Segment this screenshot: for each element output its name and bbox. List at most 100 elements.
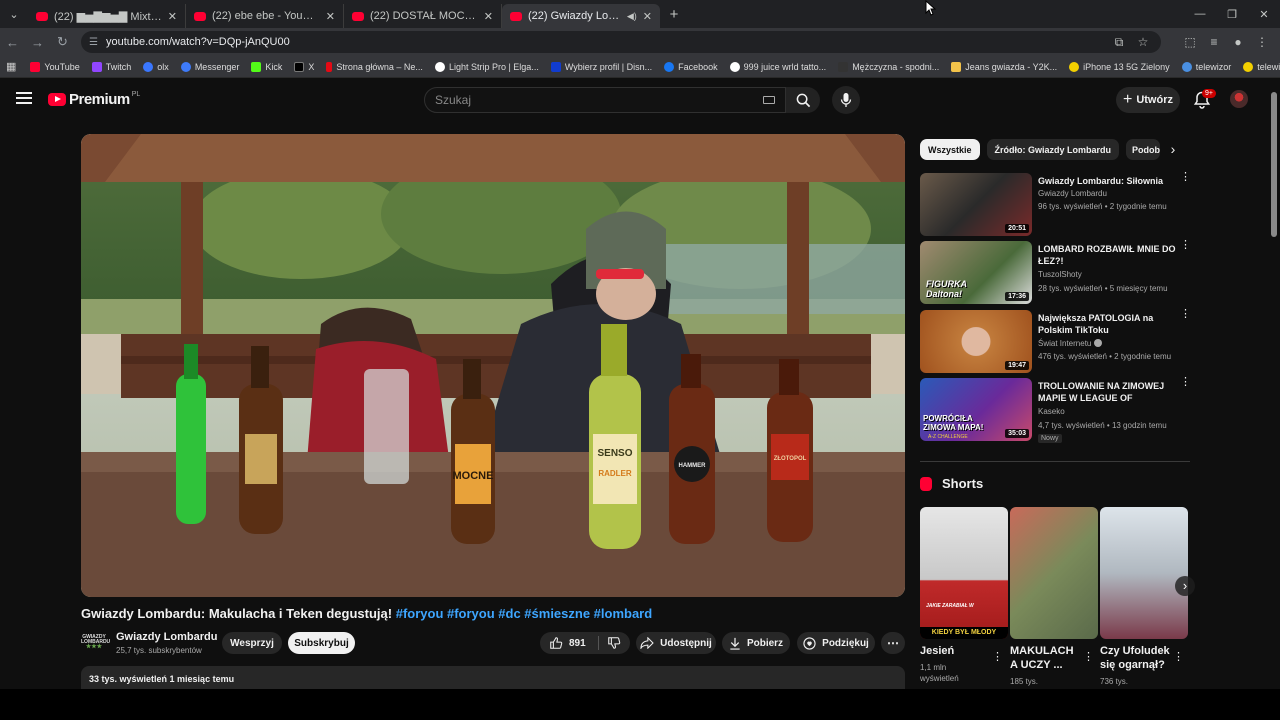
- bookmark-label: Messenger: [194, 61, 240, 72]
- browser-tab-3[interactable]: (22) DOSTAŁ MOCNE WEZWAN ✕: [344, 4, 502, 28]
- bookmark-olx[interactable]: olx: [143, 61, 169, 72]
- browser-tab-2[interactable]: (22) ebe ebe - YouTube ✕: [186, 4, 344, 28]
- recommendation-channel[interactable]: Świat Internetu: [1038, 339, 1102, 348]
- share-button[interactable]: Udostępnij: [636, 632, 716, 654]
- bookmark-facebook[interactable]: Facebook: [664, 61, 718, 72]
- maximize-icon[interactable]: ❐: [1216, 0, 1248, 28]
- more-options-icon[interactable]: ⋮: [992, 650, 1003, 663]
- bookmark-google[interactable]: 999 juice wrld tatto...: [729, 61, 826, 72]
- short-thumbnail[interactable]: [1010, 507, 1098, 639]
- chip-all[interactable]: Wszystkie: [920, 139, 980, 160]
- browser-tab-1[interactable]: (22) ▆▅▇▆▅▇ Mixtape o ✕: [28, 4, 186, 28]
- logo-text: Premium: [69, 91, 130, 108]
- close-tab-icon[interactable]: ✕: [326, 10, 335, 23]
- bookmark-netflix[interactable]: Strona główna – Ne...: [326, 61, 423, 72]
- channel-label: Świat Internetu: [1038, 339, 1092, 348]
- video-thumbnail[interactable]: 19:47: [920, 310, 1032, 373]
- search-input[interactable]: Szukaj: [424, 87, 786, 113]
- extensions-icon[interactable]: ⬚: [1178, 35, 1202, 49]
- chevron-right-icon[interactable]: ›: [1164, 141, 1182, 159]
- site-info-icon[interactable]: ☰: [89, 37, 98, 48]
- bookmark-x[interactable]: X: [294, 61, 314, 72]
- more-options-icon[interactable]: ⋮: [1180, 377, 1191, 388]
- reload-icon[interactable]: ↻: [50, 34, 75, 50]
- recommendation-channel[interactable]: Gwiazdy Lombardu: [1038, 189, 1107, 198]
- more-options-icon[interactable]: ⋮: [1180, 309, 1191, 320]
- video-thumbnail[interactable]: POWRÓCIŁA ZIMOWA MAPA! A-Z CHALLENGE 35:…: [920, 378, 1032, 441]
- bookmark-telewizor-2[interactable]: telewizor: [1243, 61, 1280, 72]
- voice-search-button[interactable]: [832, 86, 860, 114]
- bookmark-star-icon[interactable]: ☆: [1131, 35, 1155, 50]
- bookmark-zalando[interactable]: Mężczyzna - spodni...: [838, 61, 939, 72]
- dislike-icon[interactable]: [607, 636, 621, 650]
- bookmark-youtube[interactable]: YouTube: [30, 61, 80, 72]
- minimize-icon[interactable]: —: [1184, 0, 1216, 28]
- subscribe-button[interactable]: Subskrybuj: [288, 632, 355, 654]
- shorts-next-icon[interactable]: ›: [1175, 576, 1195, 596]
- recommendation-meta: 476 tys. wyświetleń • 2 tygodnie temu: [1038, 352, 1172, 361]
- close-tab-icon[interactable]: ✕: [643, 10, 652, 23]
- video-thumbnail[interactable]: 20:51: [920, 173, 1032, 236]
- create-button[interactable]: + Utwórz: [1116, 87, 1180, 113]
- recommendation-channel[interactable]: Kaseko: [1038, 407, 1065, 416]
- bookmark-messenger[interactable]: Messenger: [180, 61, 240, 72]
- recommendation-item[interactable]: 19:47 Największa PATOLOGIA na Polskim Ti…: [920, 309, 1191, 374]
- chip-from-channel[interactable]: Źródło: Gwiazdy Lombardu: [986, 139, 1120, 160]
- browser-tab-4[interactable]: (22) Gwiazdy Lombardu: M ◀) ✕: [502, 4, 660, 28]
- forward-icon[interactable]: →: [25, 35, 50, 50]
- keyboard-icon[interactable]: [763, 96, 775, 104]
- close-tab-icon[interactable]: ✕: [168, 10, 177, 23]
- bookmark-elgato[interactable]: Light Strip Pro | Elga...: [434, 61, 539, 72]
- bookmark-jeans[interactable]: Jeans gwiazda - Y2K...: [951, 61, 1057, 72]
- install-app-icon[interactable]: ⧉: [1107, 35, 1131, 50]
- search-button[interactable]: [786, 87, 820, 113]
- bookmark-telewizor-1[interactable]: telewizor: [1181, 61, 1231, 72]
- bookmark-twitch[interactable]: Twitch: [91, 61, 131, 72]
- more-options-icon[interactable]: ⋮: [1180, 240, 1191, 251]
- short-thumbnail[interactable]: [1100, 507, 1188, 639]
- recommendation-channel[interactable]: TuszolShoty: [1038, 270, 1082, 279]
- channel-avatar[interactable]: GWIAZDY LOMBARDU ★★★: [81, 632, 110, 656]
- like-icon[interactable]: [549, 636, 563, 650]
- chip-related[interactable]: Podob: [1126, 139, 1161, 160]
- new-tab-button[interactable]: +: [660, 6, 688, 23]
- bottle-label-mocne: MOCNE: [453, 470, 494, 482]
- menu-hamburger-icon[interactable]: [16, 92, 32, 104]
- media-icon[interactable]: ≡: [1202, 35, 1226, 49]
- bookmark-disney[interactable]: Wybierz profil | Disn...: [550, 61, 652, 72]
- thanks-label: Podziękuj: [822, 637, 869, 649]
- more-actions-button[interactable]: ⋯: [881, 632, 905, 654]
- url-field[interactable]: ☰ youtube.com/watch?v=DQp-jAnQU00 ⧉ ☆: [81, 31, 1161, 53]
- video-player[interactable]: MOCNE SENSO RADLER HAMMER ZŁOTOPOL: [81, 134, 905, 597]
- download-button[interactable]: Pobierz: [722, 632, 790, 654]
- thanks-button[interactable]: Podziękuj: [797, 632, 875, 654]
- apps-icon[interactable]: ▦: [6, 60, 16, 73]
- back-icon[interactable]: ←: [0, 35, 25, 50]
- tab-search-icon[interactable]: ⌄: [0, 0, 28, 28]
- more-options-icon[interactable]: ⋮: [1083, 650, 1094, 663]
- youtube-premium-logo[interactable]: Premium PL: [48, 91, 140, 108]
- close-window-icon[interactable]: ✕: [1248, 0, 1280, 28]
- page-scrollbar[interactable]: [1270, 82, 1278, 688]
- recommendation-item[interactable]: FIGURKA Daltona! 17:36 LOMBARD ROZBAWIŁ …: [920, 240, 1191, 305]
- join-button[interactable]: Wesprzyj: [222, 632, 282, 654]
- profile-icon[interactable]: ●: [1226, 35, 1250, 49]
- audio-icon[interactable]: ◀): [627, 11, 637, 22]
- bookmark-kick[interactable]: Kick: [251, 61, 282, 72]
- channel-name[interactable]: Gwiazdy Lombardu: [116, 631, 217, 643]
- bookmark-label: Light Strip Pro | Elga...: [448, 61, 539, 72]
- video-hashtags[interactable]: #foryou #foryou #dc #śmieszne #lombard: [396, 606, 652, 621]
- recommendation-item[interactable]: 20:51 Gwiazdy Lombardu: Siłownia Gwiazdy…: [920, 172, 1191, 237]
- tab-title: (22) ▆▅▇▆▅▇ Mixtape o: [54, 10, 162, 23]
- more-options-icon[interactable]: ⋮: [1180, 172, 1191, 183]
- bookmark-iphone[interactable]: iPhone 13 5G Zielony: [1069, 61, 1170, 72]
- menu-icon[interactable]: ⋮: [1250, 35, 1274, 49]
- short-thumbnail[interactable]: JAKIE ZARABIAŁ W KIEDY BYŁ MŁODY: [920, 507, 1008, 639]
- close-tab-icon[interactable]: ✕: [484, 10, 493, 23]
- user-avatar[interactable]: [1230, 90, 1248, 108]
- recommendation-item[interactable]: POWRÓCIŁA ZIMOWA MAPA! A-Z CHALLENGE 35:…: [920, 377, 1191, 442]
- video-thumbnail[interactable]: FIGURKA Daltona! 17:36: [920, 241, 1032, 304]
- scrollbar-thumb[interactable]: [1271, 92, 1277, 237]
- duration-badge: 19:47: [1005, 361, 1029, 370]
- more-options-icon[interactable]: ⋮: [1173, 650, 1184, 663]
